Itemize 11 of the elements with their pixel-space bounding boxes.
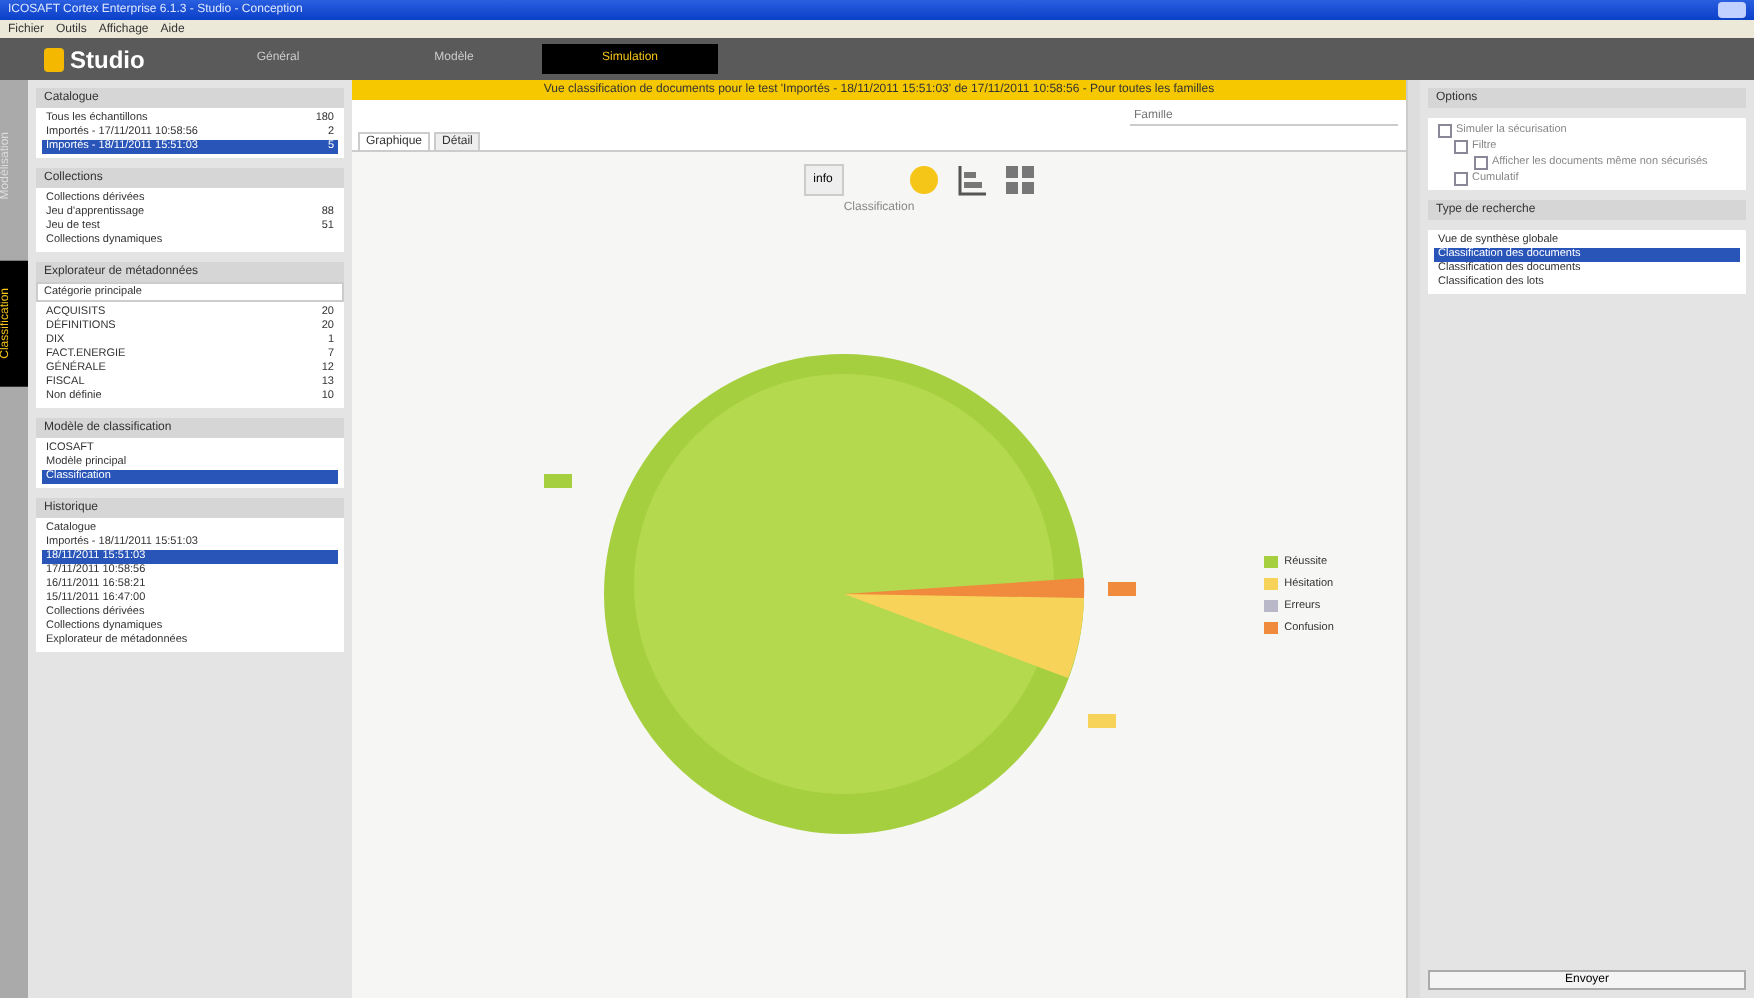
grid-icon[interactable]: [1003, 164, 1035, 196]
checkbox[interactable]: [1454, 139, 1468, 153]
bar-chart-icon[interactable]: [955, 164, 987, 196]
checkbox[interactable]: [1438, 123, 1452, 137]
checkbox[interactable]: [1474, 155, 1488, 169]
logo-icon: [44, 47, 64, 71]
checkbox[interactable]: [1454, 171, 1468, 185]
logo-text: Studio: [70, 45, 147, 73]
slice-label-tag: [1108, 582, 1137, 596]
slice-label-tag: [1088, 714, 1117, 728]
slice-label-tag: [544, 474, 573, 488]
